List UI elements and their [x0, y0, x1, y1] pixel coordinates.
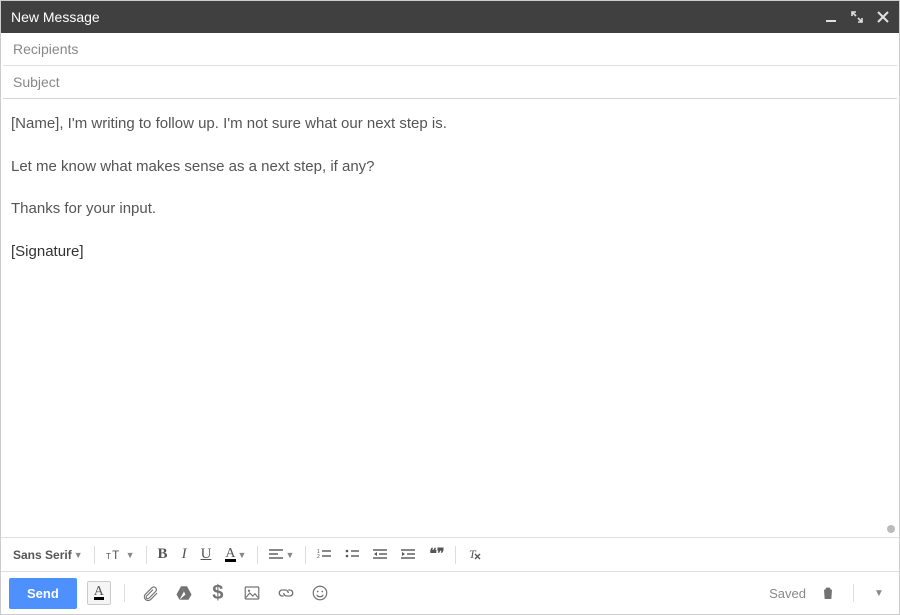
svg-text:T: T	[106, 552, 111, 561]
separator	[455, 546, 456, 564]
recipients-placeholder: Recipients	[13, 41, 78, 57]
separator	[124, 584, 125, 602]
insert-money-icon[interactable]: $	[206, 581, 230, 605]
formatting-toggle-button[interactable]: A	[87, 581, 111, 605]
expand-icon[interactable]	[851, 11, 863, 23]
subject-field[interactable]: Subject	[3, 66, 897, 99]
body-paragraph: [Name], I'm writing to follow up. I'm no…	[11, 113, 889, 136]
underline-button[interactable]: U	[195, 542, 218, 567]
send-button[interactable]: Send	[9, 578, 77, 609]
minimize-icon[interactable]	[825, 11, 837, 23]
formatting-toolbar: Sans Serif ▼ TT ▼ B I U A ▼ ▼ 12	[1, 538, 899, 572]
resize-grip-icon[interactable]	[887, 525, 895, 533]
chevron-down-icon: ▼	[238, 550, 247, 560]
window-title: New Message	[11, 9, 825, 25]
titlebar: New Message	[1, 1, 899, 33]
insert-emoji-icon[interactable]	[308, 581, 332, 605]
separator	[257, 546, 258, 564]
numbered-list-button[interactable]: 12	[311, 545, 337, 565]
chevron-down-icon: ▼	[285, 550, 294, 560]
chevron-down-icon: ▼	[126, 550, 135, 560]
font-family-select[interactable]: Sans Serif ▼	[7, 544, 89, 566]
action-bar: Send A $ Saved ▼	[1, 572, 899, 614]
align-button[interactable]: ▼	[263, 545, 300, 565]
saved-status: Saved	[769, 586, 806, 601]
compose-window: New Message Recipients Subject [Name], I…	[0, 0, 900, 615]
separator	[305, 546, 306, 564]
message-body[interactable]: [Name], I'm writing to follow up. I'm no…	[1, 99, 899, 538]
indent-less-button[interactable]	[367, 545, 393, 565]
bulleted-list-button[interactable]	[339, 545, 365, 565]
font-size-select[interactable]: TT ▼	[100, 544, 141, 566]
text-color-letter: A	[225, 548, 235, 562]
separator	[94, 546, 95, 564]
titlebar-actions	[825, 11, 889, 23]
attach-file-icon[interactable]	[138, 581, 162, 605]
close-icon[interactable]	[877, 11, 889, 23]
body-paragraph: Let me know what makes sense as a next s…	[11, 156, 889, 179]
remove-formatting-button[interactable]: T	[461, 544, 487, 566]
subject-placeholder: Subject	[13, 74, 60, 90]
action-bar-right: Saved ▼	[769, 581, 891, 605]
discard-draft-icon[interactable]	[816, 581, 840, 605]
body-paragraph: Thanks for your input.	[11, 198, 889, 221]
italic-button[interactable]: I	[176, 542, 193, 567]
insert-photo-icon[interactable]	[240, 581, 264, 605]
separator	[853, 584, 854, 602]
quote-button[interactable]: ❝❞	[423, 542, 450, 567]
recipients-field[interactable]: Recipients	[3, 33, 897, 66]
svg-text:T: T	[112, 548, 120, 562]
chevron-down-icon: ▼	[74, 550, 83, 560]
insert-drive-icon[interactable]	[172, 581, 196, 605]
separator	[146, 546, 147, 564]
body-signature: [Signature]	[11, 241, 889, 264]
svg-text:2: 2	[317, 554, 320, 560]
indent-more-button[interactable]	[395, 545, 421, 565]
font-family-label: Sans Serif	[13, 548, 72, 562]
text-color-button[interactable]: A ▼	[219, 544, 252, 566]
more-options-button[interactable]: ▼	[867, 581, 891, 605]
bold-button[interactable]: B	[152, 542, 174, 567]
insert-link-icon[interactable]	[274, 581, 298, 605]
